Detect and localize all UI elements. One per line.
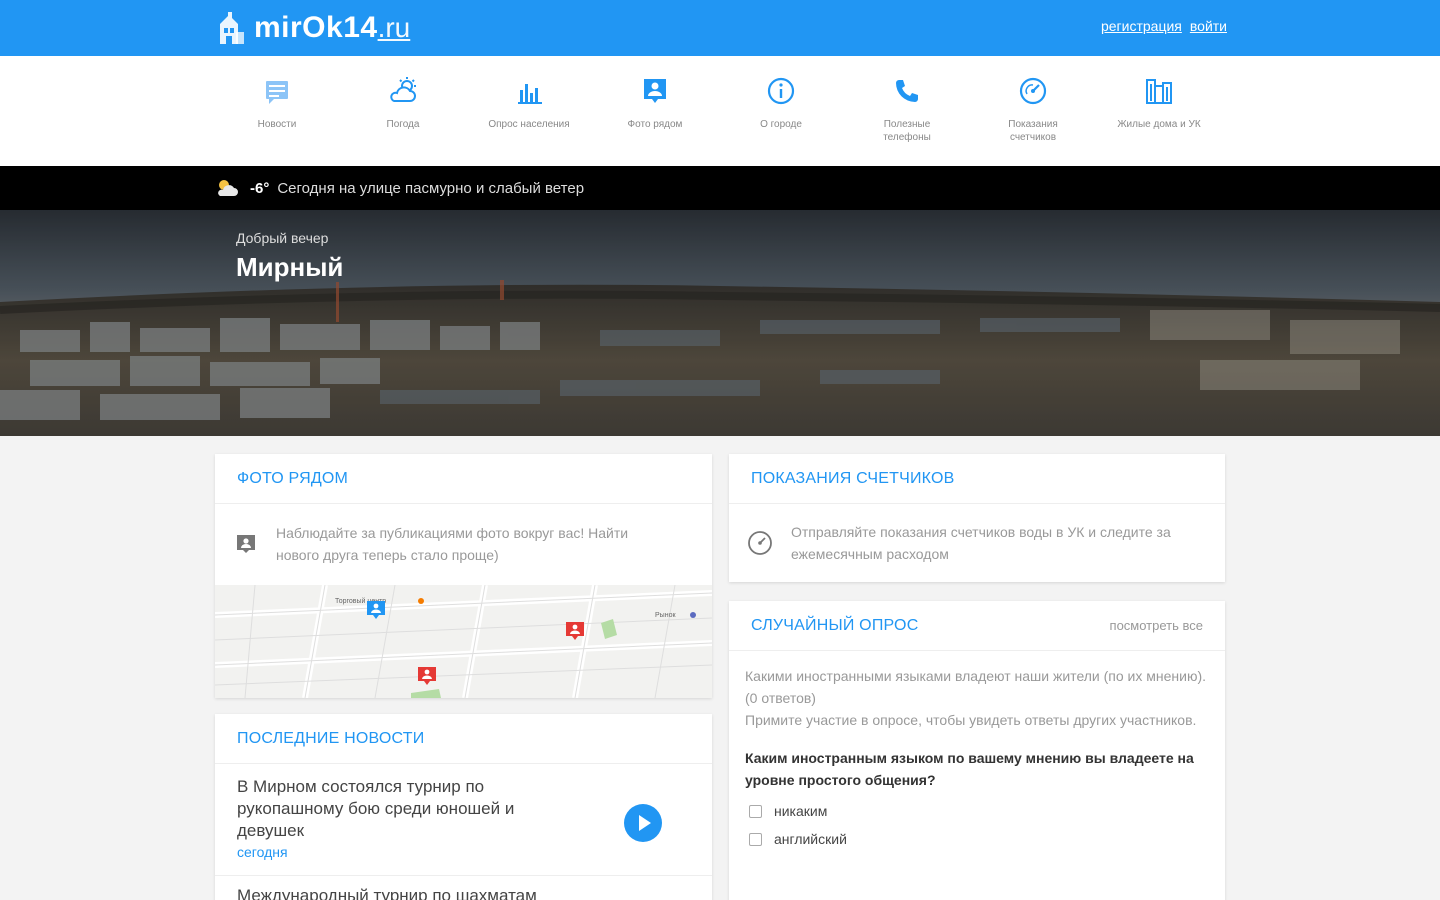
logo-suffix: .ru (377, 12, 411, 43)
main-nav: Новости Погода Опрос населения Фото рядо… (0, 56, 1440, 166)
news-item[interactable]: В Мирном состоялся турнир по рукопашному… (215, 764, 712, 876)
nav-item-buildings[interactable]: Жилые дома и УК (1096, 56, 1222, 166)
nav-label: Фото рядом (627, 119, 683, 130)
poll-option-label: английский (774, 831, 847, 847)
nav-item-about-city[interactable]: О городе (718, 56, 844, 166)
top-bar: mirOk14 .ru регистрация войти (0, 0, 1440, 56)
hero-greeting: Добрый вечер (236, 230, 329, 246)
poll-option[interactable]: английский (745, 831, 1209, 847)
photo-nearby-card: ФОТО РЯДОМ Наблюдайте за публикациями фо… (215, 454, 712, 698)
nav-item-photo-nearby[interactable]: Фото рядом (592, 56, 718, 166)
poll-description: Какими иностранными языками владеют наши… (745, 668, 1207, 706)
news-item-title[interactable]: Международный турнир по шахматам (215, 876, 712, 900)
news-icon (266, 81, 288, 104)
photos-map[interactable]: Торговый центр Рынок (215, 585, 712, 698)
site-logo[interactable]: mirOk14 .ru (216, 8, 410, 48)
card-header: ПОСЛЕДНИЕ НОВОСТИ (215, 714, 712, 764)
poll-invite: Примите участие в опросе, чтобы увидеть … (745, 712, 1197, 728)
news-item-title[interactable]: В Мирном состоялся турнир по рукопашному… (237, 776, 577, 842)
weather-icon (390, 77, 416, 102)
photo-nearby-icon (237, 535, 255, 553)
latest-news-card: ПОСЛЕДНИЕ НОВОСТИ В Мирном состоялся тур… (215, 714, 712, 900)
poll-option-label: никаким (774, 803, 828, 819)
card-header: СЛУЧАЙНЫЙ ОПРОС посмотреть все (729, 601, 1225, 651)
nav-item-poll[interactable]: Опрос населения (466, 56, 592, 166)
view-all-polls-link[interactable]: посмотреть все (1110, 618, 1203, 633)
nav-label: Жилые дома и УК (1117, 119, 1201, 130)
meter-readings-card: ПОКАЗАНИЯ СЧЕТЧИКОВ Отправляйте показани… (729, 454, 1225, 582)
city-panorama-image (0, 210, 1440, 436)
nav-label: Новости (257, 119, 297, 130)
meter-readings-row[interactable]: Отправляйте показания счетчиков воды в У… (729, 504, 1225, 582)
cloudy-weather-icon (218, 180, 238, 196)
meter-icon (1019, 77, 1047, 105)
nav-label: Опрос населения (488, 119, 570, 130)
weather-description: Сегодня на улице пасмурно и слабый ветер (277, 179, 585, 197)
nav-item-meters[interactable]: Показания счетчиков (970, 56, 1096, 166)
latest-news-title[interactable]: ПОСЛЕДНИЕ НОВОСТИ (237, 730, 424, 748)
poll-option[interactable]: никаким (745, 803, 1209, 819)
photo-nearby-title[interactable]: ФОТО РЯДОМ (237, 470, 348, 488)
play-video-button[interactable] (624, 804, 662, 842)
poll-question: Каким иностранным языком по вашему мнени… (745, 750, 1194, 788)
info-icon (767, 77, 795, 105)
news-item-date: сегодня (237, 844, 288, 860)
random-poll-title[interactable]: СЛУЧАЙНЫЙ ОПРОС (751, 617, 918, 635)
logo-icon (220, 12, 244, 44)
poll-option-checkbox[interactable] (749, 804, 762, 818)
map-label: Рынок (655, 612, 676, 619)
auth-links: регистрация войти (1101, 18, 1227, 34)
weather-temperature: -6° (250, 179, 270, 197)
hero-banner: Добрый вечер Мирный (0, 210, 1440, 436)
map-image: Торговый центр Рынок (215, 585, 712, 698)
card-header: ПОКАЗАНИЯ СЧЕТЧИКОВ (729, 454, 1225, 504)
photo-nearby-row[interactable]: Наблюдайте за публикациями фото вокруг в… (215, 504, 712, 584)
nav-item-phones[interactable]: Полезные телефоны (844, 56, 970, 166)
nav-item-news[interactable]: Новости (214, 56, 340, 166)
nav-item-weather[interactable]: Погода (340, 56, 466, 166)
nav-label: Полезные телефоны (883, 119, 931, 143)
nav-label: О городе (760, 119, 802, 130)
nav-label: Показания счетчиков (1008, 119, 1058, 143)
logo-text: mirOk14 (254, 11, 378, 44)
nav-label: Погода (386, 119, 420, 130)
meter-icon (748, 531, 772, 555)
photo-nearby-text: Наблюдайте за публикациями фото вокруг в… (276, 525, 629, 563)
card-header: ФОТО РЯДОМ (215, 454, 712, 504)
buildings-icon (1146, 79, 1172, 104)
random-poll-card: СЛУЧАЙНЫЙ ОПРОС посмотреть все Какими ин… (729, 601, 1225, 900)
phone-icon (896, 80, 918, 102)
register-link[interactable]: регистрация (1101, 18, 1182, 34)
weather-bar[interactable]: -6° Сегодня на улице пасмурно и слабый в… (0, 166, 1440, 210)
photo-nearby-icon (644, 79, 666, 103)
hero-city-name: Мирный (236, 252, 344, 282)
meter-readings-title[interactable]: ПОКАЗАНИЯ СЧЕТЧИКОВ (751, 470, 955, 488)
login-link[interactable]: войти (1190, 18, 1227, 34)
poll-option-checkbox[interactable] (749, 832, 762, 846)
meter-readings-text: Отправляйте показания счетчиков воды в У… (791, 524, 1171, 562)
poll-chart-icon (518, 84, 542, 104)
